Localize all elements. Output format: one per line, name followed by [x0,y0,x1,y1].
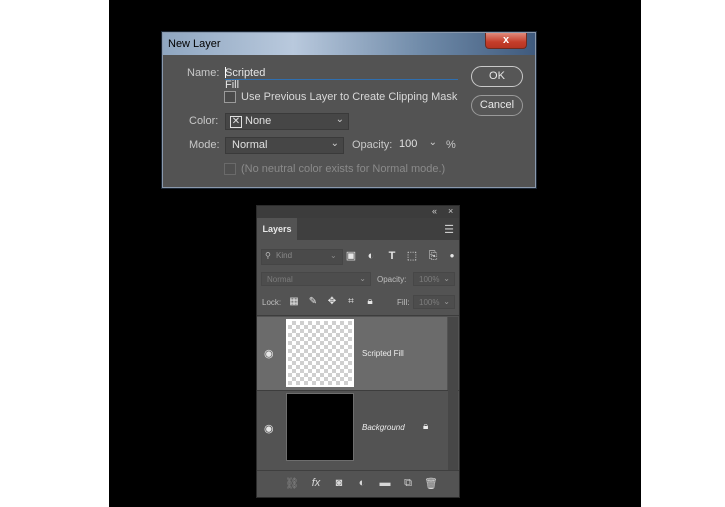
visibility-eye-icon[interactable]: ◉ [264,422,274,435]
layer-thumbnail [286,319,354,387]
panel-opacity-label: Opacity: [377,275,407,284]
kind-filter-select[interactable]: ⚲ Kind ⌄ [261,249,343,265]
panel-tab-bar: Layers ☰ [257,218,459,240]
opacity-value: 100 [399,138,418,150]
panel-header-bar[interactable]: « × [257,206,459,218]
lock-artboard-icon[interactable]: ⌗ [345,296,357,308]
visibility-eye-icon[interactable]: ◉ [264,347,274,360]
close-icon[interactable]: × [448,206,453,216]
opacity-unit: % [446,139,456,151]
lock-icon: 🔒︎ [423,421,429,432]
blend-mode-select[interactable]: Normal ⌄ [261,272,371,286]
mode-select[interactable]: Normal ⌄ [225,137,344,154]
ok-button[interactable]: OK [471,66,523,87]
lock-label: Lock: [262,298,282,307]
chevron-down-icon: ⌄ [335,114,344,125]
mode-select-value: Normal [232,139,268,151]
chevron-down-icon: ⌄ [359,274,366,283]
panel-opacity-value: 100% [419,275,440,284]
trash-icon[interactable]: 🗑︎ [424,477,438,490]
layers-scrollbar[interactable] [448,317,458,472]
search-icon: ⚲ [265,251,271,260]
type-layer-filter-icon[interactable]: T [385,249,399,263]
link-layers-icon[interactable]: ⛓ [285,477,299,490]
fill-label: Fill: [397,298,410,307]
name-input[interactable]: Scripted Fill [225,63,458,91]
name-label: Name: [187,67,220,79]
panel-opacity-input[interactable]: 100% ⌄ [413,272,455,286]
pixel-layer-filter-icon[interactable]: ▣ [344,249,358,263]
layers-panel: « × Layers ☰ ⚲ Kind ⌄ ▣ ◐ T ⬚ ⎘ ● Normal… [256,205,460,498]
panel-menu-icon[interactable]: ☰ [444,223,454,236]
blend-mode-value: Normal [267,275,293,284]
name-input-value: Scripted Fill [225,67,266,91]
add-mask-icon[interactable]: ◙ [332,477,346,489]
mode-label: Mode: [189,139,220,151]
new-group-folder-icon[interactable]: ▬ [378,477,392,489]
chevron-down-icon: ⌄ [443,274,450,283]
divider [257,315,459,316]
color-select-value: None [245,115,272,127]
chevron-down-icon: ⌄ [443,297,450,306]
layer-style-fx-icon[interactable]: fx [309,477,323,489]
kind-filter-label: Kind [276,251,293,260]
layer-name: Scripted Fill [362,349,404,358]
layer-thumbnail [286,393,354,461]
text-caret [225,67,226,78]
color-select[interactable]: ✕ None ⌄ [225,113,349,130]
dialog-body: Name: Scripted Fill Use Previous Layer t… [168,55,530,182]
adjustment-layer-filter-icon[interactable]: ◐ [364,249,378,263]
neutral-color-label: (No neutral color exists for Normal mode… [241,163,446,175]
filter-toggle-icon[interactable]: ● [445,249,459,263]
fill-value: 100% [419,298,440,307]
chevron-down-icon: ⌄ [330,138,339,149]
dialog-title: New Layer [168,38,221,50]
none-color-icon: ✕ [230,116,242,128]
close-button[interactable]: x [485,33,527,49]
color-label: Color: [189,115,219,127]
new-layer-icon[interactable]: ⧉ [401,477,415,490]
lock-image-pixels-icon[interactable]: ✎ [307,296,319,308]
layer-name: Background [362,423,405,432]
clipping-mask-label: Use Previous Layer to Create Clipping Ma… [241,91,458,103]
panel-bottom-toolbar: ⛓ fx ◙ ◐ ▬ ⧉ 🗑︎ [257,470,459,497]
lock-position-icon[interactable]: ✥ [326,296,338,308]
smart-object-filter-icon[interactable]: ⎘ [426,249,440,263]
neutral-color-checkbox[interactable] [224,163,236,175]
lock-all-icon[interactable]: 🔒︎ [364,296,376,308]
chevron-down-icon: ⌄ [428,137,437,148]
opacity-input[interactable]: 100 ⌄ [397,137,441,154]
tab-layers[interactable]: Layers [257,218,297,240]
cancel-button[interactable]: Cancel [471,95,523,116]
layer-row-scripted-fill[interactable]: ◉ Scripted Fill [257,317,447,390]
chevron-down-icon: ⌄ [330,251,337,260]
opacity-label: Opacity: [352,139,393,151]
fill-input[interactable]: 100% ⌄ [413,295,455,309]
clipping-mask-checkbox[interactable] [224,91,236,103]
shape-layer-filter-icon[interactable]: ⬚ [405,249,419,263]
collapse-icon[interactable]: « [432,206,437,216]
dialog-titlebar[interactable]: New Layer x [163,33,535,55]
new-adjustment-layer-icon[interactable]: ◐ [355,477,369,489]
new-layer-dialog: New Layer x Name: Scripted Fill Use Prev… [162,32,536,188]
lock-transparency-icon[interactable]: ▦ [288,296,300,308]
layer-row-background[interactable]: ◉ Background 🔒︎ [257,391,447,464]
